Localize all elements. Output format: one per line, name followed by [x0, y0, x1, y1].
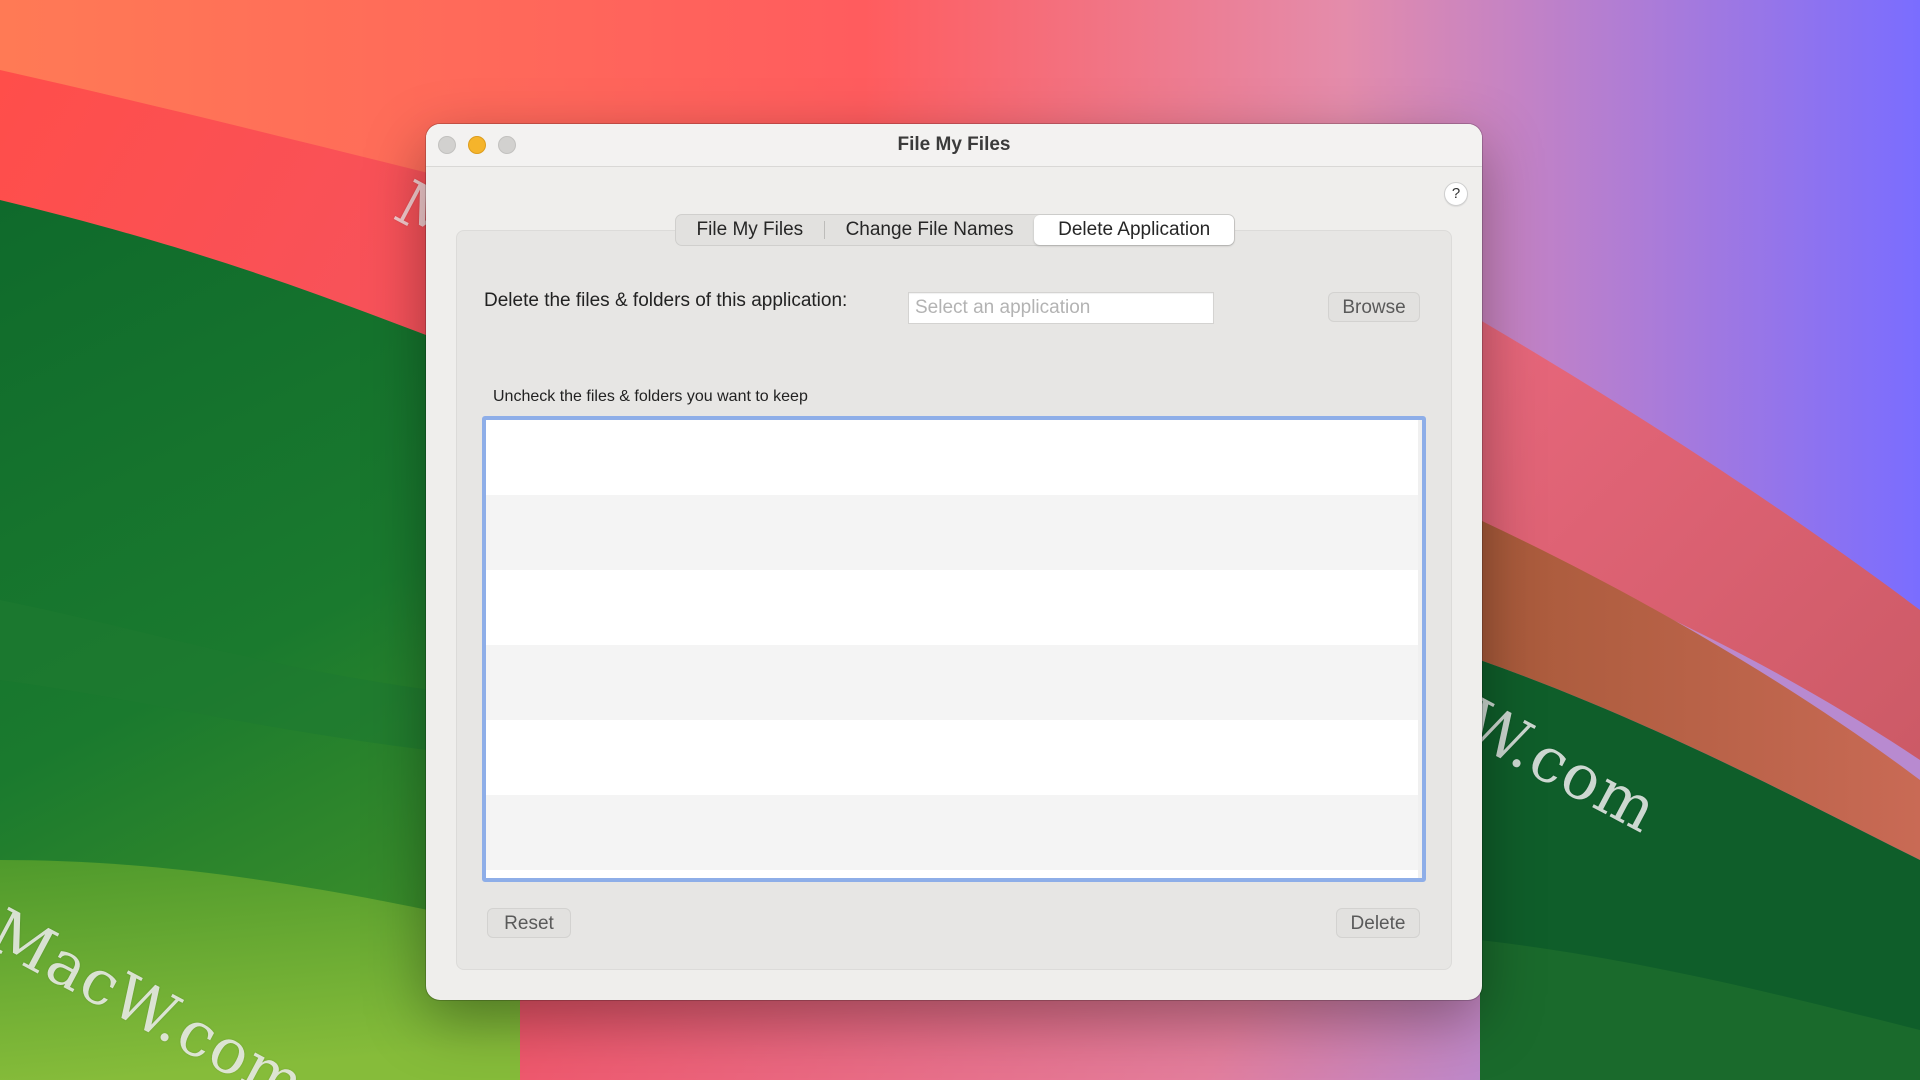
delete-button[interactable]: Delete — [1336, 908, 1420, 938]
tab-delete-application[interactable]: Delete Application — [1034, 215, 1234, 245]
tab-bar: File My Files Change File Names Delete A… — [675, 214, 1235, 246]
browse-button[interactable]: Browse — [1328, 292, 1420, 322]
delete-app-prompt-label: Delete the files & folders of this appli… — [484, 290, 848, 311]
list-item[interactable] — [486, 570, 1422, 645]
list-item[interactable] — [486, 420, 1422, 495]
list-item[interactable] — [486, 495, 1422, 570]
help-button[interactable]: ? — [1444, 182, 1468, 206]
reset-button[interactable]: Reset — [487, 908, 571, 938]
title-bar[interactable]: File My Files — [426, 124, 1482, 167]
tab-change-file-names[interactable]: Change File Names — [825, 215, 1035, 245]
file-list-label: Uncheck the files & folders you want to … — [493, 388, 808, 405]
app-window: File My Files ? File My Files Change Fil… — [426, 124, 1482, 1000]
list-item[interactable] — [486, 720, 1422, 795]
list-item[interactable] — [486, 645, 1422, 720]
file-list[interactable] — [482, 416, 1426, 882]
list-scrollbar[interactable] — [1418, 420, 1422, 878]
window-title: File My Files — [897, 134, 1011, 155]
application-input[interactable] — [908, 292, 1214, 324]
list-item[interactable] — [486, 795, 1422, 870]
tab-file-my-files[interactable]: File My Files — [676, 215, 824, 245]
